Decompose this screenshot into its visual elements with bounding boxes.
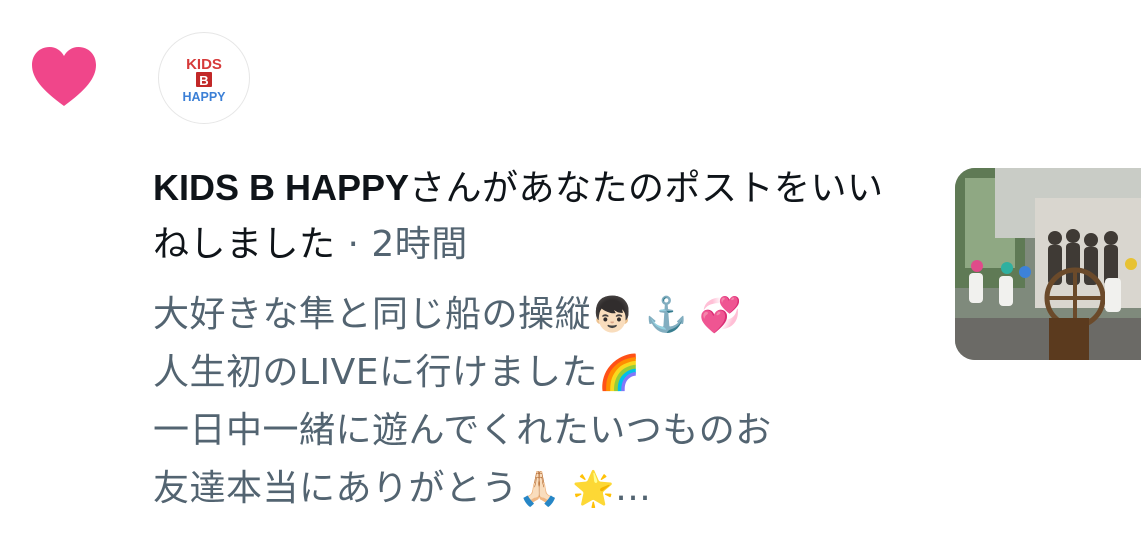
emoji: 🙏🏻 🌟: [518, 469, 615, 509]
logo-line-b: B: [199, 73, 208, 88]
user-name[interactable]: KIDS B HAPPY: [153, 167, 409, 208]
post-line-text: 一日中一緒に遊んでくれたいつものお: [153, 410, 772, 451]
post-line: 大好きな隼と同じ船の操縦👦🏻 ⚓️ 💞: [153, 286, 923, 344]
post-line: 人生初のLIVEに行けました🌈: [153, 344, 923, 402]
kids-b-happy-logo: KIDS B HAPPY: [182, 56, 226, 104]
heart-icon: [30, 46, 98, 108]
logo-line-kids: KIDS: [186, 56, 222, 73]
ellipsis: …: [615, 468, 652, 509]
post-line-text: 大好きな隼と同じ船の操縦: [153, 294, 592, 335]
post-line: 一日中一緒に遊んでくれたいつものお: [153, 402, 923, 460]
notification-headline: KIDS B HAPPYさんがあなたのポストをいいねしました · 2時間: [153, 160, 913, 273]
logo-line-happy: HAPPY: [182, 90, 226, 104]
photo-image: [955, 168, 1141, 360]
post-preview[interactable]: 大好きな隼と同じ船の操縦👦🏻 ⚓️ 💞 人生初のLIVEに行けました🌈 一日中一…: [153, 286, 923, 518]
post-photo-thumbnail[interactable]: [955, 168, 1141, 360]
timestamp: 2時間: [371, 224, 468, 265]
post-line-text: 友達本当にありがとう: [153, 468, 519, 509]
separator: ·: [335, 224, 372, 265]
emoji: 🌈: [598, 353, 641, 393]
post-line: 友達本当にありがとう🙏🏻 🌟…: [153, 460, 923, 518]
avatar[interactable]: KIDS B HAPPY: [158, 32, 250, 124]
emoji: 👦🏻 ⚓️ 💞: [591, 295, 743, 335]
post-line-text: 人生初のLIVEに行けました: [153, 352, 599, 393]
